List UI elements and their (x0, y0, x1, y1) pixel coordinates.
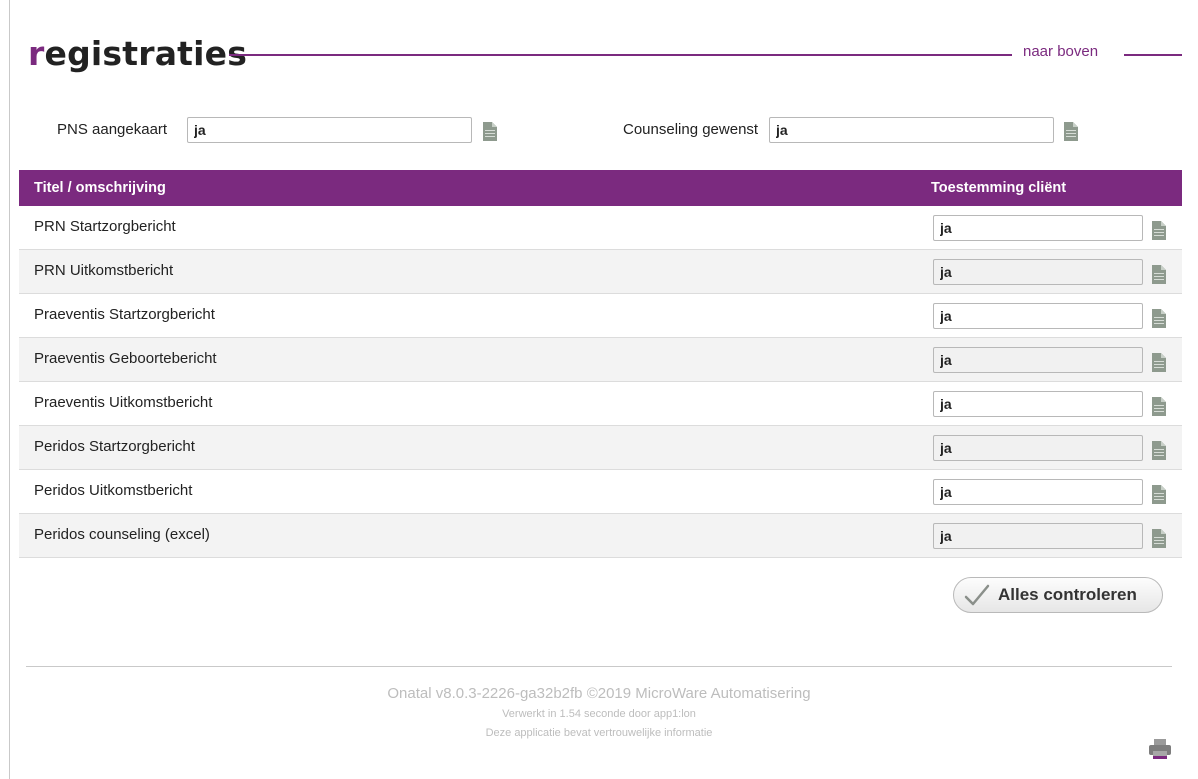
footer-processed: Verwerkt in 1.54 seconde door app1:lon (502, 708, 696, 720)
back-to-top-link[interactable]: naar boven (1023, 43, 1098, 60)
document-icon[interactable] (1152, 394, 1166, 416)
consent-input[interactable] (933, 391, 1143, 417)
pns-input[interactable] (187, 117, 472, 143)
row-title: Peridos Uitkomstbericht (34, 482, 193, 499)
printer-icon[interactable] (1148, 738, 1172, 760)
document-icon[interactable] (1152, 438, 1166, 460)
row-title: Praeventis Startzorgbericht (34, 306, 215, 323)
document-icon[interactable] (1152, 218, 1166, 240)
title-divider (229, 54, 1012, 56)
consent-input[interactable] (933, 215, 1143, 241)
column-header-title: Titel / omschrijving (34, 180, 166, 196)
page-title: registraties (28, 34, 247, 74)
document-icon[interactable] (1064, 119, 1078, 141)
row-title: Peridos counseling (excel) (34, 526, 210, 543)
pns-label: PNS aangekaart (57, 121, 168, 138)
counseling-input[interactable] (769, 117, 1054, 143)
row-title: Peridos Startzorgbericht (34, 438, 195, 455)
row-title: Praeventis Uitkomstbericht (34, 394, 213, 411)
document-icon[interactable] (1152, 350, 1166, 372)
table-row: Praeventis Geboortebericht (19, 338, 1182, 382)
consent-input[interactable] (933, 479, 1143, 505)
row-title: PRN Startzorgbericht (34, 218, 176, 235)
title-rest: egistraties (44, 34, 248, 73)
title-divider-end (1124, 54, 1182, 56)
consent-input[interactable] (933, 303, 1143, 329)
document-icon[interactable] (483, 119, 497, 141)
document-icon[interactable] (1152, 262, 1166, 284)
document-icon[interactable] (1152, 482, 1166, 504)
table-row: Praeventis Uitkomstbericht (19, 382, 1182, 426)
table-row: Peridos counseling (excel) (19, 514, 1182, 558)
table-row: Peridos Startzorgbericht (19, 426, 1182, 470)
row-title: PRN Uitkomstbericht (34, 262, 174, 279)
left-border (9, 0, 10, 779)
footer-divider (26, 666, 1172, 667)
document-icon[interactable] (1152, 306, 1166, 328)
counseling-label: Counseling gewenst (623, 121, 759, 138)
document-icon[interactable] (1152, 526, 1166, 548)
table-row: Peridos Uitkomstbericht (19, 470, 1182, 514)
table-row: PRN Uitkomstbericht (19, 250, 1182, 294)
title-initial: r (28, 34, 45, 73)
consent-input[interactable] (933, 523, 1143, 549)
consent-input[interactable] (933, 435, 1143, 461)
consent-input[interactable] (933, 259, 1143, 285)
footer-confidential: Deze applicatie bevat vertrouwelijke inf… (485, 727, 713, 739)
table-header: Titel / omschrijving Toestemming cliënt (19, 170, 1182, 206)
row-title: Praeventis Geboortebericht (34, 350, 217, 367)
table-row: Praeventis Startzorgbericht (19, 294, 1182, 338)
column-header-consent: Toestemming cliënt (931, 180, 1067, 196)
footer-version: Onatal v8.0.3-2226-ga32b2fb ©2019 MicroW… (387, 685, 811, 702)
checkmark-icon (964, 584, 990, 606)
check-all-button[interactable]: Alles controleren (953, 577, 1163, 613)
check-all-label: Alles controleren (998, 585, 1137, 604)
consent-input[interactable] (933, 347, 1143, 373)
table-row: PRN Startzorgbericht (19, 206, 1182, 250)
